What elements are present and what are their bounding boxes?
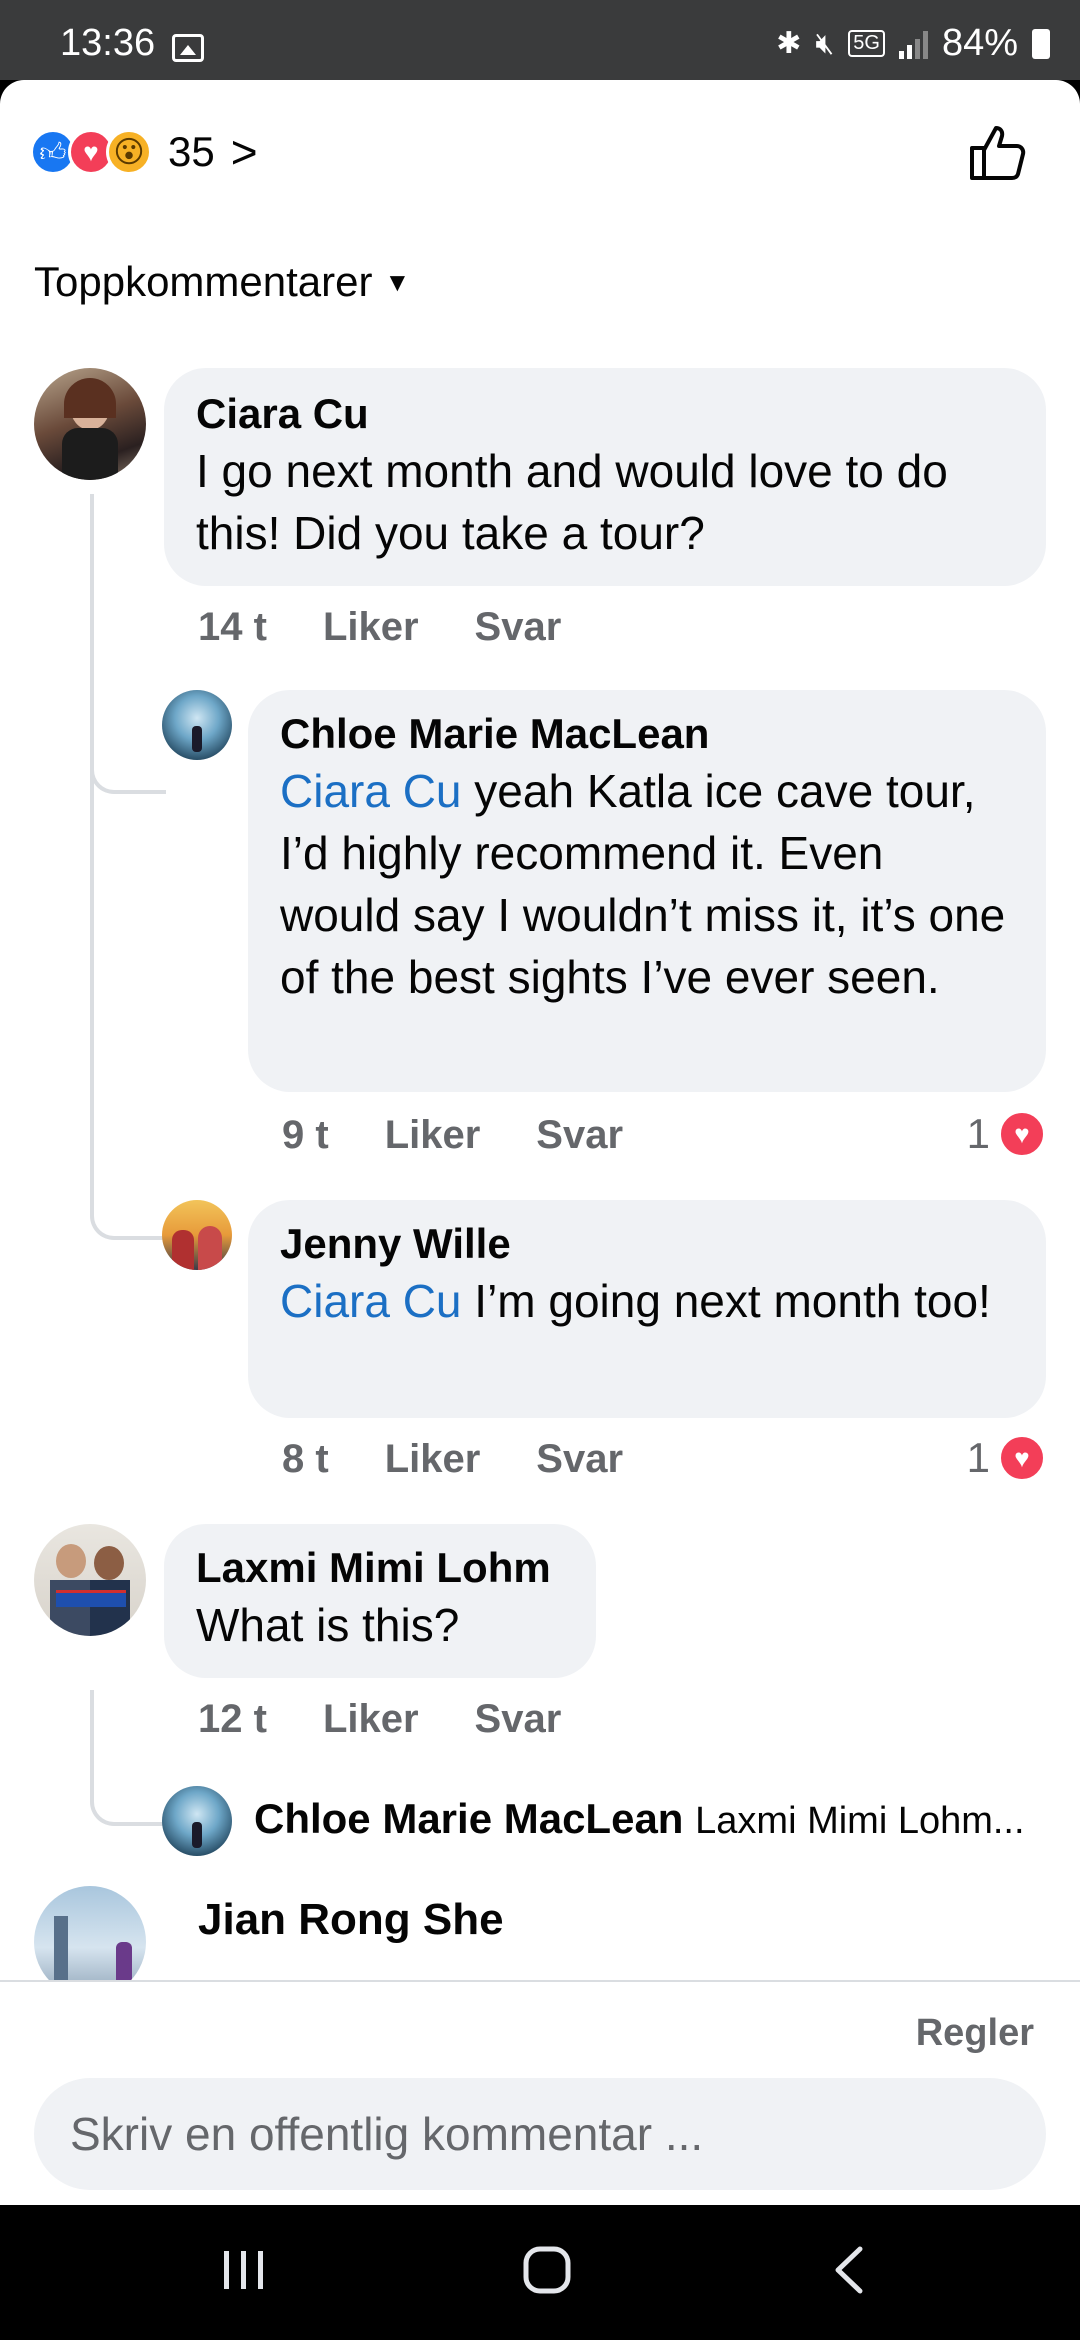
- comment-actions: 8 t Liker Svar: [282, 1437, 623, 1482]
- collapsed-reply[interactable]: Chloe Marie MacLean Laxmi Mimi Lohm...: [254, 1795, 1025, 1843]
- comment-input[interactable]: [34, 2078, 1046, 2190]
- mention-link[interactable]: Ciara Cu: [280, 1275, 462, 1327]
- comment-time: 8 t: [282, 1437, 329, 1481]
- reply-preview: Laxmi Mimi Lohm...: [695, 1800, 1025, 1842]
- comment-bubble[interactable]: Jenny Wille Ciara Cu I’m going next mont…: [248, 1200, 1046, 1418]
- battery-percent: 84%: [941, 22, 1018, 64]
- avatar[interactable]: [162, 1200, 232, 1270]
- comments-sheet: 👍︎ ♥ 😮︎ 35 > Toppkommentarer ▼ Ciara Cu …: [0, 80, 1080, 2205]
- comment-author[interactable]: Laxmi Mimi Lohm: [196, 1542, 564, 1594]
- reply-link[interactable]: Svar: [536, 1113, 623, 1158]
- comment-bubble[interactable]: Ciara Cu I go next month and would love …: [164, 368, 1046, 586]
- home-icon[interactable]: [522, 2245, 572, 2295]
- reply-link[interactable]: Svar: [536, 1437, 623, 1482]
- comment-author[interactable]: Jenny Wille: [280, 1218, 1014, 1270]
- navigation-bar: [0, 2205, 1080, 2340]
- comment-bubble[interactable]: Chloe Marie MacLean Ciara Cu yeah Katla …: [248, 690, 1046, 1092]
- avatar[interactable]: [162, 690, 232, 760]
- comment-composer: Regler: [0, 1980, 1080, 2205]
- status-bar: 13:36 ✱ 🔇︎ 5G 84%: [0, 0, 1080, 80]
- comment-sort-dropdown[interactable]: Toppkommentarer ▼: [34, 258, 410, 306]
- love-icon: ♥: [998, 1434, 1046, 1482]
- mention-link[interactable]: Ciara Cu: [280, 765, 462, 817]
- reply-link[interactable]: Svar: [475, 1697, 562, 1742]
- comment-author[interactable]: Ciara Cu: [196, 388, 1014, 440]
- avatar[interactable]: [34, 1524, 146, 1636]
- reaction-summary[interactable]: 1 ♥: [967, 1110, 1046, 1158]
- avatar[interactable]: [34, 368, 146, 480]
- comment-actions: 9 t Liker Svar: [282, 1113, 623, 1158]
- comment-time: 9 t: [282, 1113, 329, 1157]
- comment-time: 14 t: [198, 605, 267, 649]
- comment-actions: 12 t Liker Svar: [198, 1697, 561, 1742]
- reply-link[interactable]: Svar: [475, 605, 562, 650]
- comment-author[interactable]: Chloe Marie MacLean: [280, 708, 1014, 760]
- thumbs-up-icon[interactable]: [966, 120, 1030, 184]
- like-link[interactable]: Liker: [385, 1113, 481, 1158]
- comment-text: I go next month and would love to do thi…: [196, 445, 948, 559]
- comment-text: Ciara Cu yeah Katla ice cave tour, I’d h…: [280, 760, 1014, 1008]
- avatar[interactable]: [162, 1786, 232, 1856]
- thread-connector: [90, 780, 166, 1240]
- battery-icon: [1032, 28, 1050, 59]
- love-icon: ♥: [998, 1110, 1046, 1158]
- comment-body: I’m going next month too!: [461, 1275, 991, 1327]
- reaction-summary[interactable]: 1 ♥: [967, 1434, 1046, 1482]
- bluetooth-icon: ✱: [776, 27, 802, 60]
- status-indicators: ✱ 🔇︎ 5G 84%: [776, 22, 1050, 65]
- status-time: 13:36: [60, 22, 156, 64]
- chevron-right-icon: >: [230, 126, 258, 178]
- gallery-notification-icon: [172, 34, 204, 62]
- like-link[interactable]: Liker: [385, 1437, 481, 1482]
- reaction-count: 1: [966, 1110, 990, 1157]
- comment-author[interactable]: Jian Rong She: [198, 1895, 504, 1945]
- like-link[interactable]: Liker: [323, 1697, 419, 1742]
- like-link[interactable]: Liker: [323, 605, 419, 650]
- reaction-count: 1: [966, 1434, 990, 1481]
- reactions-summary[interactable]: 👍︎ ♥ 😮︎ 35 >: [30, 122, 258, 182]
- mute-icon: 🔇︎: [815, 26, 835, 60]
- thread-connector: [90, 1690, 166, 1826]
- wow-icon: 😮︎: [106, 129, 152, 175]
- comment-text: What is this?: [196, 1599, 460, 1651]
- back-icon[interactable]: [830, 2245, 870, 2295]
- signal-icon: [898, 29, 928, 59]
- comment-time: 12 t: [198, 1697, 267, 1741]
- comment-bubble[interactable]: Laxmi Mimi Lohm What is this?: [164, 1524, 596, 1678]
- comment-text: Ciara Cu I’m going next month too!: [280, 1270, 1014, 1332]
- comment-actions: 14 t Liker Svar: [198, 605, 561, 650]
- sort-label: Toppkommentarer: [34, 258, 373, 305]
- chevron-down-icon: ▼: [384, 266, 411, 297]
- network-type: 5G: [848, 30, 885, 57]
- recent-apps-icon[interactable]: [220, 2245, 268, 2295]
- rules-link[interactable]: Regler: [916, 2012, 1034, 2055]
- reaction-count: 35: [168, 128, 215, 175]
- comment-author[interactable]: Chloe Marie MacLean: [254, 1795, 683, 1842]
